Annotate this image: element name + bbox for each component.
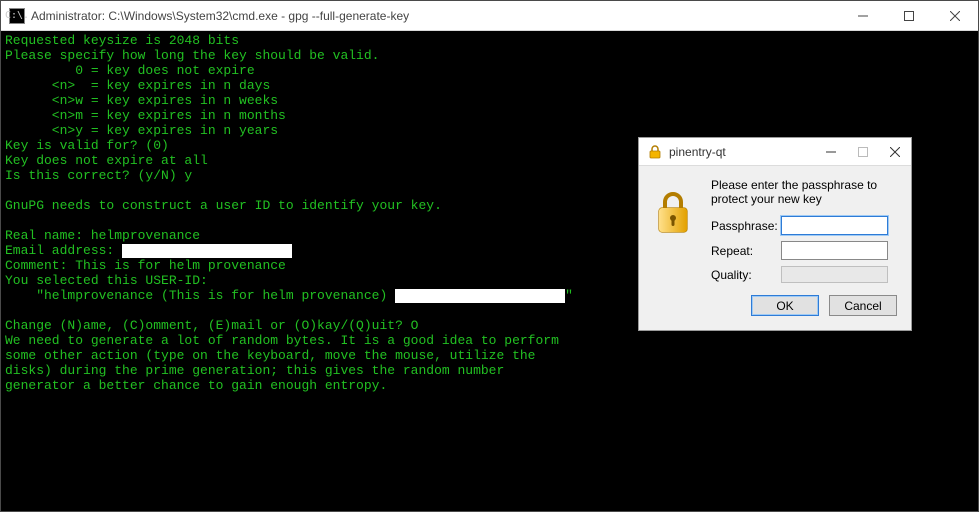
minimize-icon [826, 147, 836, 157]
cmd-title: Administrator: C:\Windows\System32\cmd.e… [31, 9, 840, 23]
pin-maximize-button [847, 138, 879, 165]
cmd-line: Please specify how long the key should b… [5, 48, 379, 63]
redacted-userid [395, 289, 565, 303]
cmd-line: <n>y = key expires in n years [5, 123, 278, 138]
maximize-icon [904, 11, 914, 21]
pinentry-body: Please enter the passphrase to protect y… [639, 166, 911, 330]
cmd-line: 0 = key does not expire [5, 63, 255, 78]
close-icon [950, 11, 960, 21]
cmd-line: Real name: helmprovenance [5, 228, 200, 243]
pin-close-button[interactable] [879, 138, 911, 165]
redacted-email [122, 244, 292, 258]
repeat-label: Repeat: [711, 244, 781, 258]
close-icon [890, 147, 900, 157]
passphrase-input[interactable] [781, 216, 888, 235]
cmd-line: Key does not expire at all [5, 153, 208, 168]
cmd-line: GnuPG needs to construct a user ID to id… [5, 198, 442, 213]
ok-button[interactable]: OK [751, 295, 819, 316]
repeat-input[interactable] [781, 241, 888, 260]
pinentry-dialog: pinentry-qt [638, 137, 912, 331]
passphrase-label: Passphrase: [711, 219, 781, 233]
cmd-titlebar[interactable]: C:\. Administrator: C:\Windows\System32\… [1, 1, 978, 31]
pinentry-window-controls [815, 138, 911, 165]
lock-icon [647, 144, 663, 160]
minimize-icon [858, 11, 868, 21]
quality-meter [781, 266, 888, 283]
cmd-line: some other action (type on the keyboard,… [5, 348, 536, 363]
cmd-line: <n>w = key expires in n weeks [5, 93, 278, 108]
quality-label: Quality: [711, 268, 781, 282]
cmd-line: Change (N)ame, (C)omment, (E)mail or (O)… [5, 318, 418, 333]
cmd-line: Is this correct? (y/N) y [5, 168, 192, 183]
cmd-icon: C:\. [9, 8, 25, 24]
cmd-line: Comment: This is for helm provenance [5, 258, 286, 273]
cmd-line: You selected this USER-ID: [5, 273, 208, 288]
pinentry-titlebar[interactable]: pinentry-qt [639, 138, 911, 166]
maximize-icon [858, 147, 868, 157]
cmd-line: Email address: [5, 243, 122, 258]
window-controls [840, 1, 978, 30]
cmd-line: <n>m = key expires in n months [5, 108, 286, 123]
cmd-line: Requested keysize is 2048 bits [5, 33, 239, 48]
cmd-line: disks) during the prime generation; this… [5, 363, 504, 378]
minimize-button[interactable] [840, 1, 886, 30]
pin-minimize-button[interactable] [815, 138, 847, 165]
pinentry-title: pinentry-qt [669, 145, 815, 159]
cmd-line: " [565, 288, 573, 303]
pinentry-instruction: Please enter the passphrase to protect y… [711, 178, 897, 206]
lock-large-icon [653, 188, 693, 236]
cmd-line: We need to generate a lot of random byte… [5, 333, 559, 348]
cancel-button[interactable]: Cancel [829, 295, 897, 316]
cmd-line: generator a better chance to gain enough… [5, 378, 387, 393]
cmd-line: "helmprovenance (This is for helm proven… [5, 288, 395, 303]
cmd-line: <n> = key expires in n days [5, 78, 270, 93]
maximize-button[interactable] [886, 1, 932, 30]
close-button[interactable] [932, 1, 978, 30]
cmd-line: Key is valid for? (0) [5, 138, 169, 153]
